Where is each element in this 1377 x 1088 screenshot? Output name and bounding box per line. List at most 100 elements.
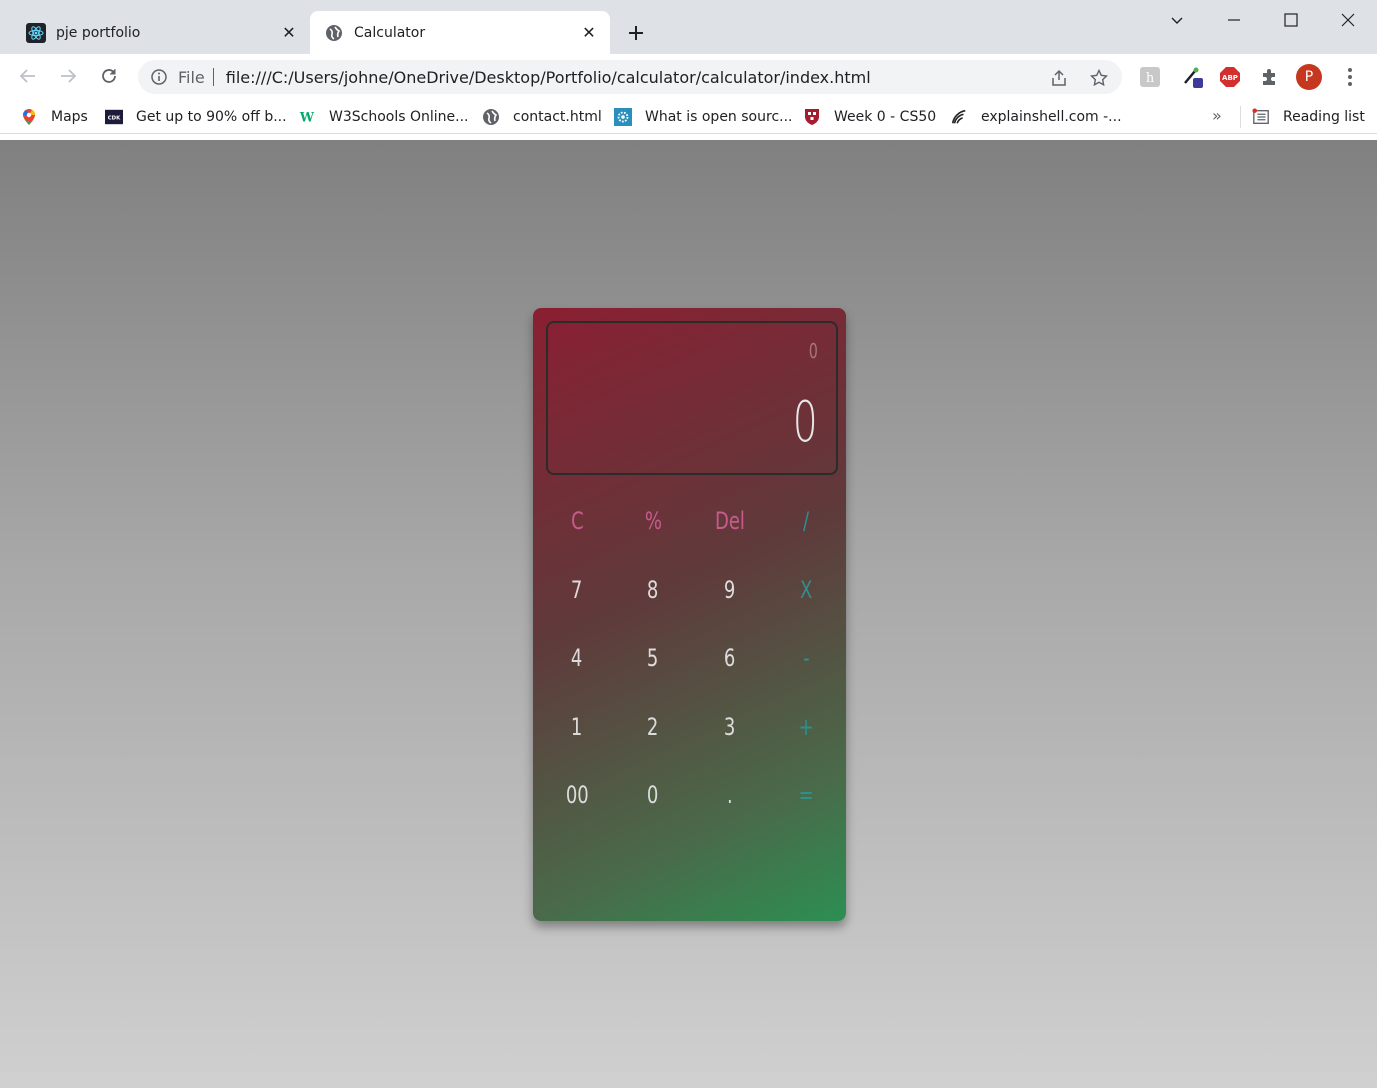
tab-strip: pje portfolio ✕ Calculator ✕ <box>0 0 1377 54</box>
key-label: / <box>802 507 810 535</box>
bookmark-w3schools[interactable]: W W3Schools Online... <box>298 106 469 128</box>
key-label: 1 <box>571 713 583 741</box>
bookmark-explainshell[interactable]: explainshell.com -... <box>950 106 1122 128</box>
url-text[interactable]: file:///C:/Users/johne/OneDrive/Desktop/… <box>226 68 871 87</box>
key-digit-8-button[interactable]: 8 <box>623 570 683 610</box>
current-operand: 0 <box>793 390 818 455</box>
bookmark-cdk[interactable]: CDK Get up to 90% off b... <box>105 106 287 128</box>
calculator-display: 0 0 <box>546 321 838 475</box>
svg-text:W: W <box>299 110 315 125</box>
key-label: + <box>798 713 814 741</box>
maximize-icon[interactable] <box>1262 0 1320 40</box>
url-scheme-label: File <box>178 67 205 87</box>
key-label: 9 <box>724 576 736 604</box>
key-label: 0 <box>647 781 659 809</box>
color-picker-icon[interactable] <box>1180 64 1206 90</box>
share-icon[interactable] <box>1048 67 1070 89</box>
reading-list-button[interactable]: Reading list <box>1252 106 1365 128</box>
extension-h-icon[interactable]: h <box>1137 64 1163 90</box>
bookmark-label: Maps <box>51 109 88 125</box>
key-digit-9-button[interactable]: 9 <box>700 570 760 610</box>
svg-text:h: h <box>1146 71 1155 86</box>
divider <box>1240 106 1241 128</box>
key-label: . <box>727 781 733 809</box>
bookmark-label: explainshell.com -... <box>981 109 1122 125</box>
new-tab-icon[interactable] <box>622 19 650 47</box>
key-label: 5 <box>647 644 659 672</box>
extensions-puzzle-icon[interactable] <box>1257 64 1283 90</box>
key-label: 6 <box>724 644 736 672</box>
key-clear-button[interactable]: C <box>547 501 607 541</box>
tab-title: Calculator <box>354 24 426 41</box>
bookmark-label: Get up to 90% off b... <box>136 109 287 125</box>
bookmark-label: Week 0 - CS50 <box>834 109 937 125</box>
tab-calculator[interactable]: Calculator ✕ <box>310 11 610 54</box>
key-add-button[interactable]: + <box>776 707 836 747</box>
key-digit-3-button[interactable]: 3 <box>700 707 760 747</box>
key-decimal-button[interactable]: . <box>700 775 760 815</box>
reload-icon[interactable] <box>93 60 125 92</box>
key-percent-button[interactable]: % <box>623 501 683 541</box>
maps-pin-icon <box>20 108 38 126</box>
bookmark-maps[interactable]: Maps <box>20 106 88 128</box>
key-label: 8 <box>647 576 659 604</box>
close-tab-icon[interactable]: ✕ <box>280 23 298 42</box>
key-digit-5-button[interactable]: 5 <box>623 638 683 678</box>
toolbar: File file:///C:/Users/johne/OneDrive/Des… <box>0 54 1377 100</box>
shell-icon <box>950 108 968 126</box>
bookmarks-overflow-icon[interactable]: » <box>1212 106 1222 125</box>
close-tab-icon[interactable]: ✕ <box>580 23 598 42</box>
tab-search-icon[interactable] <box>1148 0 1206 40</box>
key-digit-7-button[interactable]: 7 <box>547 570 607 610</box>
key-label: 3 <box>724 713 736 741</box>
key-multiply-button[interactable]: X <box>776 570 836 610</box>
key-label: 00 <box>565 781 589 809</box>
calculator: 0 0 C% Del/7 8 9 X 4 5 6-1 2 3 +00 0. = <box>533 308 846 921</box>
back-icon[interactable] <box>12 60 44 92</box>
reading-list-icon <box>1252 108 1270 126</box>
divider <box>212 68 214 86</box>
key-delete-button[interactable]: Del <box>700 501 760 541</box>
key-divide-button[interactable]: / <box>776 501 836 541</box>
key-label: 4 <box>571 644 583 672</box>
tab-pje-portfolio[interactable]: pje portfolio ✕ <box>12 11 310 54</box>
bookmark-contact[interactable]: contact.html <box>482 106 602 128</box>
key-digit-1-button[interactable]: 1 <box>547 707 607 747</box>
adblock-icon[interactable]: ABP <box>1217 64 1243 90</box>
key-digit-00-button[interactable]: 00 <box>547 775 607 815</box>
bookmark-label: contact.html <box>513 109 602 125</box>
forward-icon[interactable] <box>52 60 84 92</box>
bookmark-star-icon[interactable] <box>1088 67 1110 89</box>
key-label: 2 <box>647 713 659 741</box>
bookmark-open-source[interactable]: What is open sourc... <box>614 106 793 128</box>
react-icon <box>26 22 46 43</box>
reading-list-label: Reading list <box>1283 109 1365 125</box>
key-label: 7 <box>571 576 583 604</box>
info-icon[interactable] <box>150 68 168 86</box>
opensource-gear-icon <box>614 108 632 126</box>
key-subtract-button[interactable]: - <box>776 638 836 678</box>
svg-text:CDK: CDK <box>108 116 121 122</box>
address-bar[interactable]: File file:///C:/Users/johne/OneDrive/Des… <box>138 60 1122 94</box>
key-digit-4-button[interactable]: 4 <box>547 638 607 678</box>
menu-kebab-icon[interactable] <box>1337 64 1363 90</box>
harvard-shield-icon <box>803 108 821 126</box>
profile-initial: P <box>1304 69 1314 85</box>
key-digit-2-button[interactable]: 2 <box>623 707 683 747</box>
key-label: % <box>644 507 662 535</box>
key-label: - <box>802 644 810 672</box>
page-viewport: 0 0 C% Del/7 8 9 X 4 5 6-1 2 3 +00 0. = <box>0 140 1377 1088</box>
key-equals-button[interactable]: = <box>776 775 836 815</box>
key-digit-0-button[interactable]: 0 <box>623 775 683 815</box>
previous-operand: 0 <box>809 339 818 363</box>
close-window-icon[interactable] <box>1319 0 1377 40</box>
globe-icon <box>324 23 344 43</box>
bookmark-label: What is open sourc... <box>645 109 793 125</box>
minimize-icon[interactable] <box>1205 0 1263 40</box>
key-digit-6-button[interactable]: 6 <box>700 638 760 678</box>
w3schools-icon: W <box>298 108 316 126</box>
profile-avatar[interactable]: P <box>1296 64 1322 90</box>
cdk-logo-icon: CDK <box>105 108 123 126</box>
bookmarks-bar: Maps CDK Get up to 90% off b... W W3Scho… <box>0 100 1377 134</box>
bookmark-cs50[interactable]: Week 0 - CS50 <box>803 106 936 128</box>
